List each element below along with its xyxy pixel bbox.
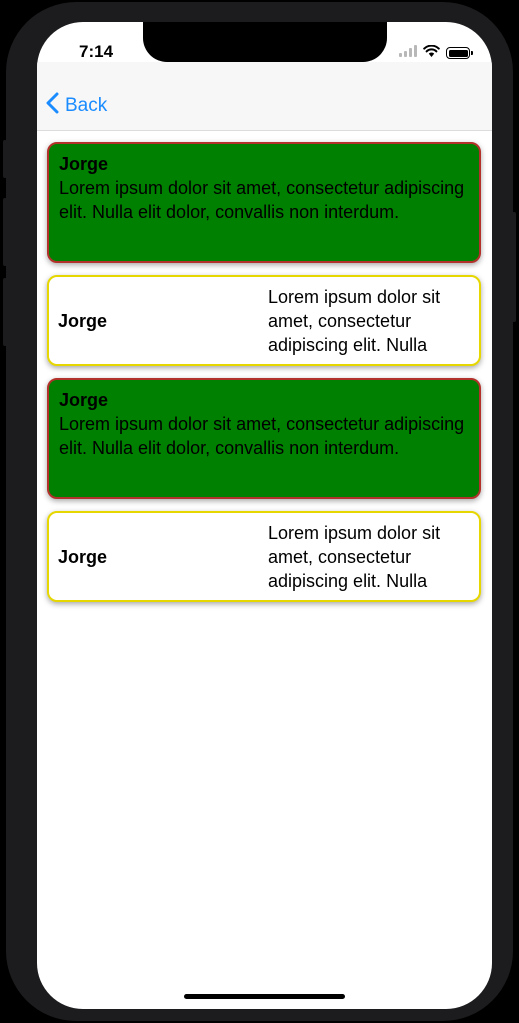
- signal-icon: [399, 44, 417, 62]
- wifi-icon: [423, 44, 440, 62]
- screen: Back 7:14 Jorge Lorem ipsum dolor sit am…: [37, 22, 492, 1009]
- card-green[interactable]: Jorge Lorem ipsum dolor sit amet, consec…: [47, 142, 481, 263]
- chevron-left-icon: [46, 92, 59, 119]
- battery-icon: [446, 47, 473, 59]
- volume-up-button: [3, 198, 7, 266]
- phone-frame: Back 7:14 Jorge Lorem ipsum dolor sit am…: [3, 2, 516, 1021]
- card-text: Lorem ipsum dolor sit amet, consectetur …: [59, 178, 465, 222]
- card-text: Lorem ipsum dolor sit amet, consectetur …: [268, 523, 441, 591]
- card-title: Jorge: [58, 311, 108, 331]
- card-green[interactable]: Jorge Lorem ipsum dolor sit amet, consec…: [47, 378, 481, 499]
- card-title: Jorge: [59, 390, 109, 410]
- card-text: Lorem ipsum dolor sit amet, consectetur …: [268, 287, 441, 355]
- mute-switch: [3, 140, 7, 178]
- card-white[interactable]: Jorge Lorem ipsum dolor sit amet, consec…: [47, 511, 481, 602]
- card-list: Jorge Lorem ipsum dolor sit amet, consec…: [47, 142, 481, 614]
- card-title: Jorge: [58, 547, 108, 567]
- status-icons: [399, 44, 473, 62]
- power-button: [512, 212, 516, 322]
- notch: [143, 22, 387, 62]
- back-button[interactable]: Back: [46, 92, 107, 119]
- status-time: 7:14: [79, 42, 114, 61]
- card-white[interactable]: Jorge Lorem ipsum dolor sit amet, consec…: [47, 275, 481, 366]
- back-label: Back: [65, 94, 108, 116]
- card-text: Lorem ipsum dolor sit amet, consectetur …: [59, 414, 465, 458]
- volume-down-button: [3, 278, 7, 346]
- home-indicator[interactable]: [184, 994, 345, 999]
- card-title: Jorge: [59, 154, 109, 174]
